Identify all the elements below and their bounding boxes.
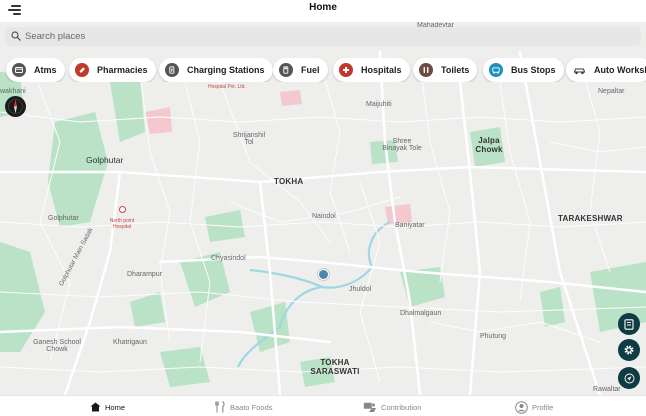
- map-label: Jalpa Chowk: [475, 136, 503, 154]
- hospital-icon: [339, 63, 353, 77]
- map-label: Baniyatar: [395, 222, 425, 229]
- current-location-marker[interactable]: [318, 269, 329, 280]
- compass-button[interactable]: [5, 96, 26, 117]
- bus-stop-icon: [489, 63, 503, 77]
- home-icon: [90, 402, 101, 413]
- search-input[interactable]: [25, 29, 625, 44]
- map-label: Dhalmalgaun: [400, 310, 442, 317]
- search-bar[interactable]: [5, 27, 641, 46]
- map-label: wakhani: [0, 88, 26, 95]
- auto-workshop-icon: [572, 63, 586, 77]
- locate-me-button[interactable]: [618, 367, 640, 389]
- chip-bus-stops[interactable]: Bus Stops: [483, 58, 564, 82]
- map-label: Phutung: [480, 333, 507, 340]
- map-label: Nepaltar: [598, 88, 625, 95]
- map-label: Shrijanshil Tol: [232, 132, 266, 146]
- chip-pharmacies[interactable]: Pharmacies: [69, 58, 156, 82]
- bottom-navigation: Home Baato Foods Contribution Profile: [0, 395, 646, 416]
- map-label: Shree Binayak Tole: [382, 138, 422, 152]
- search-icon: [11, 31, 21, 41]
- pharmacy-icon: [75, 63, 89, 77]
- navigation-arrow-icon: [624, 373, 634, 383]
- compass-icon: [8, 99, 23, 114]
- map-label: Rawaltar: [593, 386, 621, 393]
- map-label: Khatrigaun: [113, 339, 147, 346]
- map-minor-roads: [0, 61, 646, 383]
- nav-contribution[interactable]: Contribution: [363, 400, 421, 414]
- chip-toilets[interactable]: Toilets: [413, 58, 478, 82]
- map-label: TARAKESHWAR: [558, 214, 623, 223]
- bookmark-list-icon: [624, 318, 634, 330]
- map-label: North point Hospital: [109, 218, 135, 230]
- chip-fuel[interactable]: Fuel: [273, 58, 328, 82]
- map-label: Golphutar: [86, 155, 124, 165]
- contribution-icon: [363, 402, 377, 413]
- map-label: Dharampur: [127, 271, 163, 278]
- hospital-pin-icon[interactable]: [119, 206, 126, 213]
- top-bar: Home: [0, 0, 646, 22]
- map-main-roads: [0, 50, 646, 395]
- map-label: Chyasindol: [211, 255, 246, 262]
- category-chips: Atms Pharmacies Charging Stations Fuel H…: [0, 58, 646, 82]
- map-label: Ganesh School Chowk: [33, 339, 81, 353]
- nav-profile[interactable]: Profile: [515, 400, 553, 414]
- toilet-icon: [419, 63, 433, 77]
- map-label: TOKHA: [274, 177, 304, 186]
- map-label: TOKHA SARASWATI: [310, 358, 360, 376]
- gear-icon: [624, 345, 634, 355]
- saved-places-button[interactable]: [618, 313, 640, 335]
- charging-station-icon: [165, 63, 179, 77]
- map-label: Naindol: [312, 213, 336, 220]
- nav-baato-foods[interactable]: Baato Foods: [215, 400, 273, 414]
- fork-knife-icon: [215, 401, 226, 413]
- map-parks: [0, 72, 646, 387]
- map-label: Hospital Pvt. Ltd.: [208, 84, 246, 90]
- atm-icon: [12, 63, 26, 77]
- chip-hospitals[interactable]: Hospitals: [333, 58, 410, 82]
- fuel-icon: [279, 63, 293, 77]
- settings-button[interactable]: [618, 339, 640, 361]
- nav-home[interactable]: Home: [90, 400, 125, 414]
- page-title: Home: [309, 2, 337, 13]
- map-label: Maijuhiti: [366, 101, 392, 108]
- chip-atms[interactable]: Atms: [6, 58, 65, 82]
- map-label: Golphutar: [48, 215, 79, 222]
- chip-charging-stations[interactable]: Charging Stations: [159, 58, 273, 82]
- map-label: Jhuldol: [349, 286, 372, 293]
- profile-icon: [515, 400, 528, 414]
- chip-auto-workshops[interactable]: Auto Worksh: [566, 58, 646, 82]
